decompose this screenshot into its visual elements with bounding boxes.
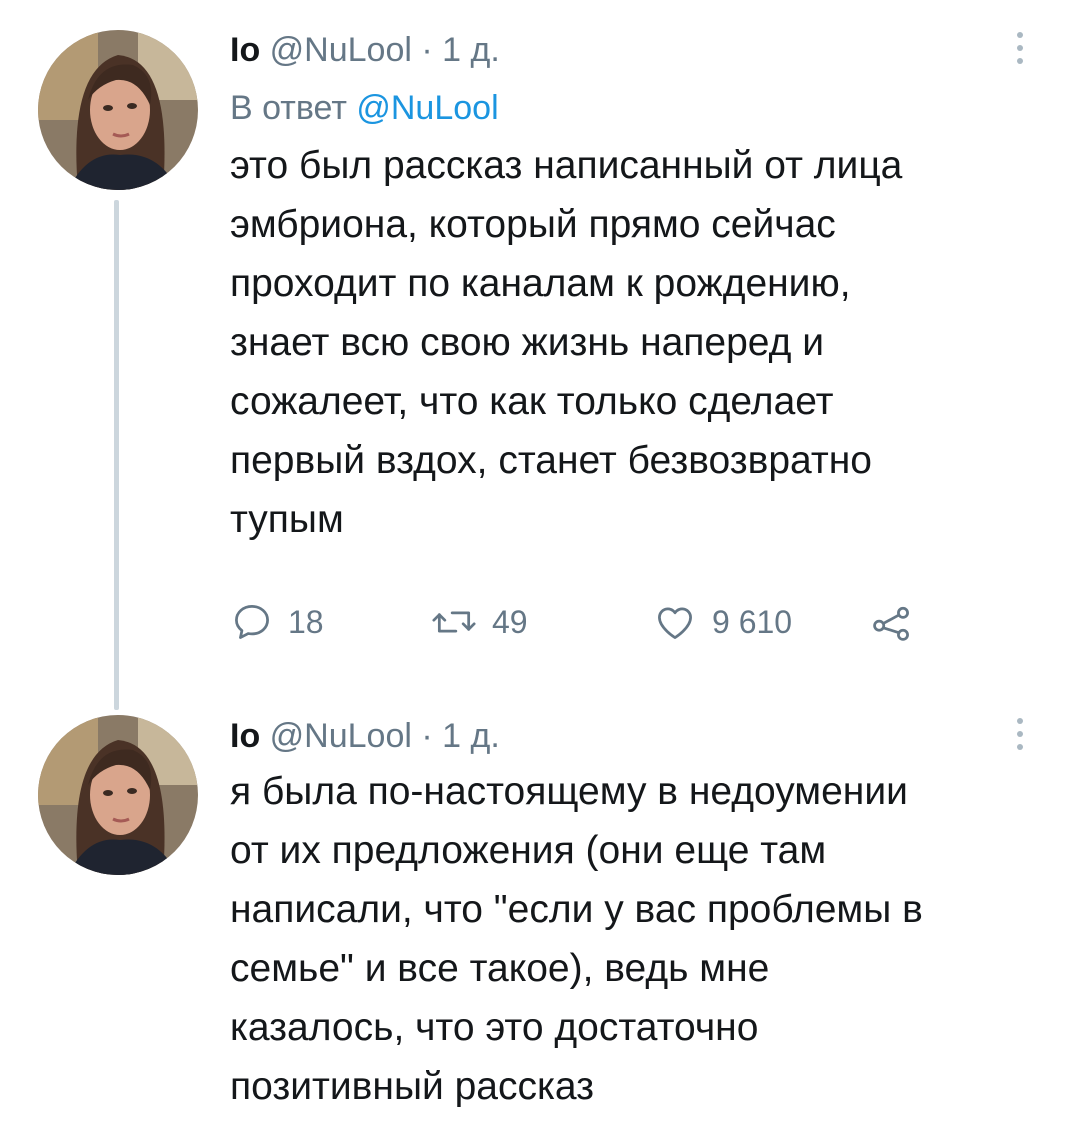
tweet-text-line: знает всю свою жизнь наперед и xyxy=(230,321,825,364)
tweet[interactable]: Io @NuLool · 1 д. я была по-настоящему в… xyxy=(0,700,1080,1126)
tweet-content: Io @NuLool · 1 д. В ответ @NuLool это бы… xyxy=(230,28,1030,549)
tweet-text-line: тупым xyxy=(230,498,344,541)
tweet-text-line: я была по-настоящему в недоумении xyxy=(230,770,908,813)
retweet-button[interactable]: 49 xyxy=(430,596,528,648)
reply-context: В ответ @NuLool xyxy=(230,86,1030,130)
tweet-text-line: это был рассказ написанный от лица xyxy=(230,144,903,187)
share-icon xyxy=(873,606,909,641)
tweet[interactable]: Io @NuLool · 1 д. В ответ @NuLool это бы… xyxy=(0,0,1080,710)
tweet-header: Io @NuLool · 1 д. xyxy=(230,28,1030,72)
reply-prefix: В ответ xyxy=(230,89,347,127)
reply-button[interactable]: 18 xyxy=(230,596,324,648)
avatar-image xyxy=(38,30,198,190)
tweet-timestamp[interactable]: 1 д. xyxy=(442,717,500,755)
author-name[interactable]: Io xyxy=(230,717,260,755)
share-button[interactable] xyxy=(870,596,914,648)
tweet-text-line: семье" и все такое), ведь мне xyxy=(230,947,770,990)
like-button[interactable]: 9 610 xyxy=(652,596,792,648)
tweet-text-line: от их предложения (они еще там xyxy=(230,829,827,872)
avatar-image xyxy=(38,715,198,875)
retweet-count: 49 xyxy=(492,603,528,640)
tweet-text-line: казалось, что это достаточно xyxy=(230,1006,759,1049)
author-handle[interactable]: @NuLool xyxy=(270,31,412,69)
tweet-header: Io @NuLool · 1 д. xyxy=(230,714,1030,758)
tweet-timestamp[interactable]: 1 д. xyxy=(442,31,500,69)
tweet-text-line: сожалеет, что как только сделает xyxy=(230,380,834,423)
reply-count: 18 xyxy=(288,603,324,640)
tweet-text-line: написали, что "если у вас проблемы в xyxy=(230,888,923,931)
tweet-text-line: позитивный рассказ xyxy=(230,1065,595,1108)
like-count: 9 610 xyxy=(712,603,793,640)
more-vertical-icon[interactable] xyxy=(1012,712,1028,756)
header-separator: · xyxy=(421,717,433,755)
retweet-icon xyxy=(432,611,476,633)
author-name[interactable]: Io xyxy=(230,31,260,69)
more-vertical-icon[interactable] xyxy=(1012,26,1028,70)
reply-icon xyxy=(235,605,269,639)
author-handle[interactable]: @NuLool xyxy=(270,717,412,755)
header-separator: · xyxy=(421,31,433,69)
avatar[interactable] xyxy=(38,715,198,875)
tweet-actions: 18 49 9 610 xyxy=(230,596,1030,648)
thread-connector-line xyxy=(114,200,119,710)
tweet-content: Io @NuLool · 1 д. я была по-настоящему в… xyxy=(230,714,1030,1116)
tweet-text: это был рассказ написанный от лица эмбри… xyxy=(230,136,1020,549)
tweet-text-line: первый вздох, станет безвозвратно xyxy=(230,439,872,482)
reply-mention-link[interactable]: @NuLool xyxy=(356,89,498,127)
avatar[interactable] xyxy=(38,30,198,190)
tweet-text: я была по-настоящему в недоумении от их … xyxy=(230,762,1020,1116)
tweet-text-line: проходит по каналам к рождению, xyxy=(230,262,851,305)
heart-icon xyxy=(658,607,692,639)
tweet-text-line: эмбриона, который прямо сейчас xyxy=(230,203,836,246)
